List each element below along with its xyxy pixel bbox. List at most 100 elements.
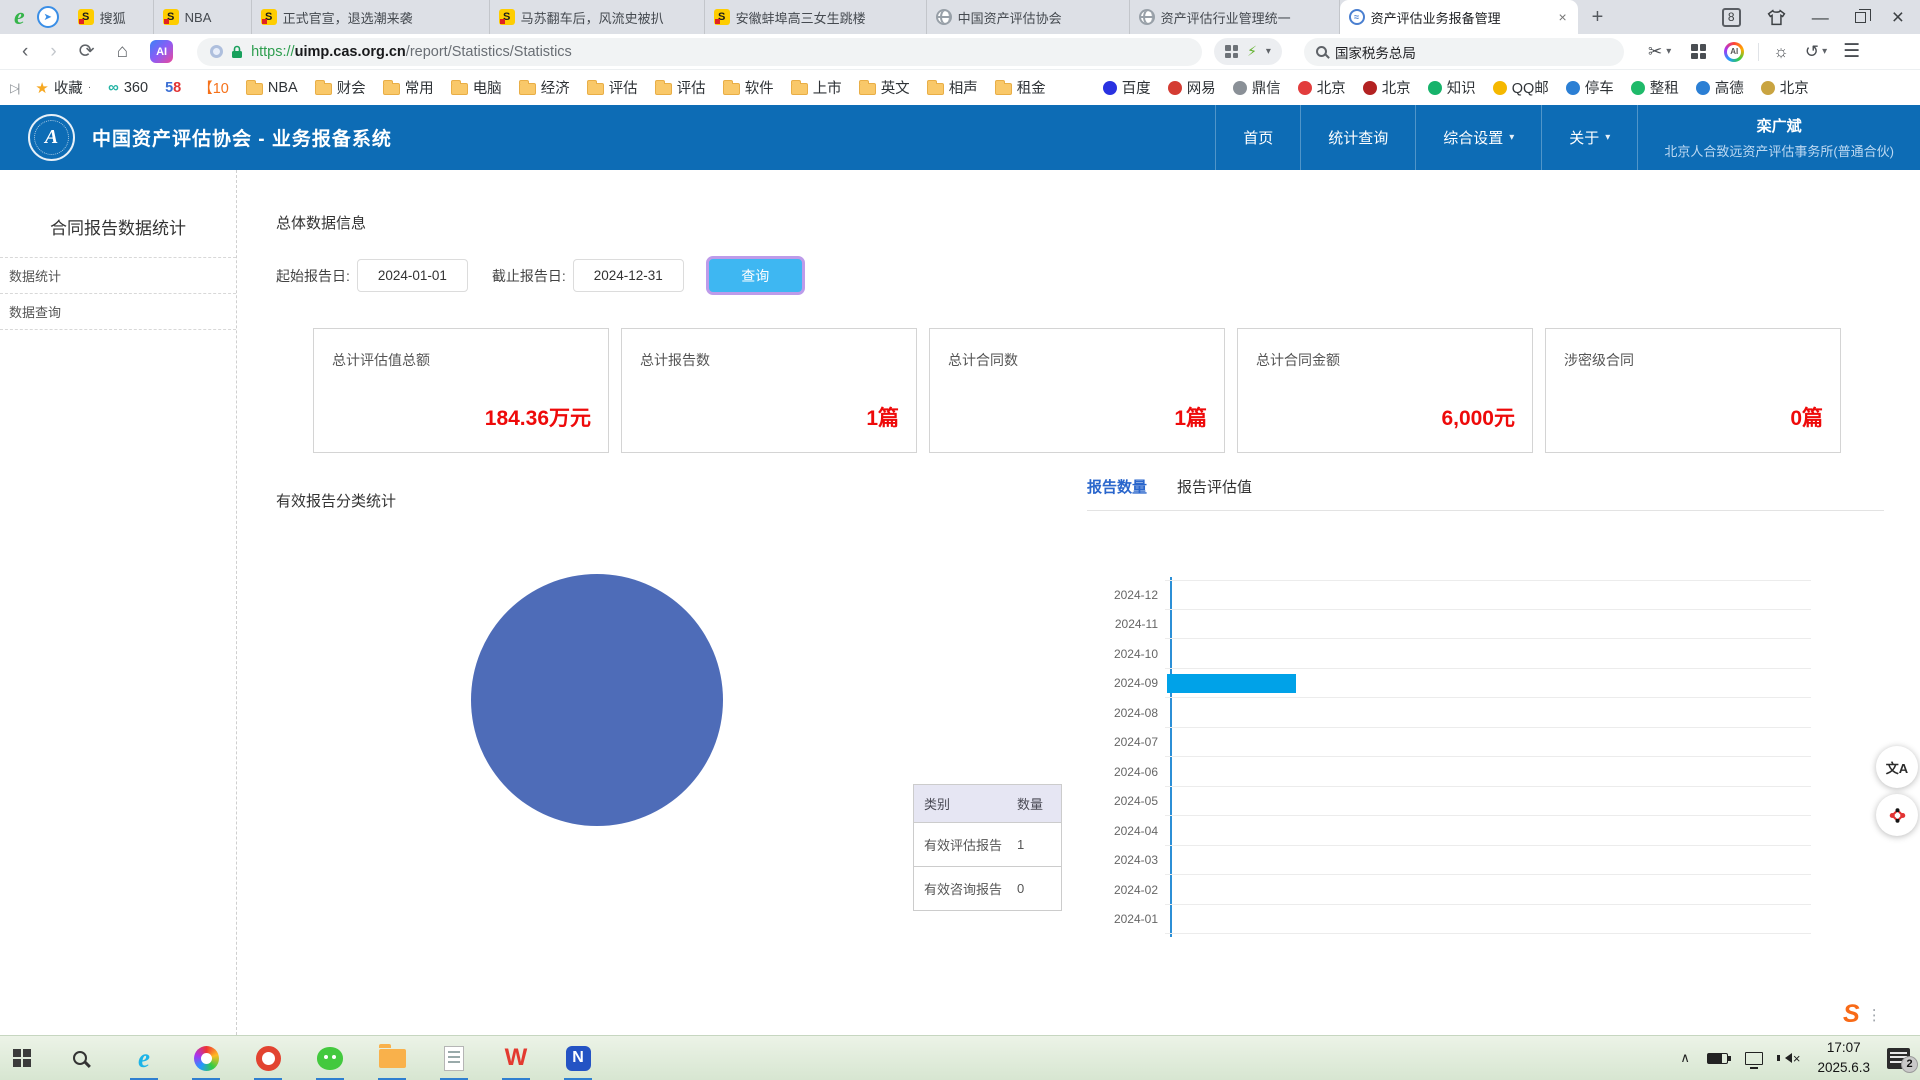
theme-shirt-icon[interactable] (1767, 9, 1786, 26)
battery-icon[interactable] (1707, 1053, 1728, 1064)
taskbar-app-wps[interactable]: W (494, 1036, 538, 1080)
notification-center-icon[interactable]: 2 (1887, 1048, 1910, 1069)
bookmark-item[interactable]: 高德 (1696, 77, 1744, 98)
refresh-icon[interactable]: ⟳ (79, 42, 95, 61)
ai-colorful-icon[interactable] (1724, 42, 1744, 62)
toolbar-search-box[interactable]: 国家税务总局 (1304, 38, 1624, 66)
taskbar-app-ie[interactable]: e (122, 1036, 166, 1080)
browser-tab[interactable]: S马苏翻车后，风流史被扒 (490, 0, 705, 34)
quick-access-pill[interactable]: ⚡ ▾ (1214, 38, 1282, 65)
nav-item-统计查询[interactable]: 统计查询 (1300, 105, 1415, 170)
taskbar-app-wechat[interactable] (308, 1036, 352, 1080)
forward-icon[interactable]: › (50, 42, 56, 61)
site-info-icon[interactable] (210, 45, 223, 58)
bookmark-item[interactable]: QQ邮 (1493, 77, 1549, 98)
bookmark-item[interactable]: 【10 (198, 77, 229, 98)
browser-logo-icon[interactable]: e (14, 5, 25, 29)
undo-caret-icon[interactable]: ▾ (1822, 46, 1827, 57)
bookmark-item[interactable]: 上市 (791, 77, 842, 98)
nav-item-综合设置[interactable]: 综合设置▾ (1415, 105, 1541, 170)
bookmark-item[interactable]: 58 (165, 80, 181, 96)
bookmark-item[interactable]: 相声 (927, 77, 978, 98)
bookmarks-overflow-icon[interactable]: ▷| (10, 81, 18, 95)
bookmark-item[interactable]: 软件 (723, 77, 774, 98)
browser-tab[interactable]: S搜狐 (69, 0, 154, 34)
nav-item-关于[interactable]: 关于▾ (1541, 105, 1637, 170)
bookmark-item[interactable]: NBA (246, 80, 298, 96)
scissors-caret-icon[interactable]: ▾ (1666, 46, 1671, 57)
translate-float-button[interactable]: 文A (1876, 746, 1918, 788)
taskbar-app-notepad[interactable] (432, 1036, 476, 1080)
address-bar[interactable]: https://uimp.cas.org.cn/report/Statistic… (197, 38, 1202, 66)
bookmark-item[interactable]: 鼎信 (1233, 77, 1281, 98)
bookmark-item[interactable]: 电脑 (451, 77, 502, 98)
browser-tab[interactable]: ≈资产评估业务报备管理× (1340, 0, 1578, 34)
chevron-down-icon[interactable]: ▾ (1266, 46, 1271, 57)
pie-chart[interactable] (471, 574, 723, 826)
minimize-button[interactable]: — (1812, 9, 1829, 26)
end-date-input[interactable]: 2024-12-31 (573, 259, 684, 292)
browser-tab[interactable]: 资产评估行业管理统一 (1130, 0, 1340, 34)
tab-close-icon[interactable]: × (1556, 9, 1568, 25)
hidden-icons-chevron[interactable]: ∧ (1680, 1050, 1690, 1066)
menu-hamburger-icon[interactable]: ☰ (1843, 42, 1860, 61)
bookmark-item[interactable]: 英文 (859, 77, 910, 98)
bookmark-item[interactable]: 评估 (655, 77, 706, 98)
nav-item-首页[interactable]: 首页 (1215, 105, 1300, 170)
bookmark-item[interactable]: 北京 (1761, 77, 1809, 98)
screenshot-scissors-icon[interactable]: ✂ (1648, 43, 1662, 60)
start-button[interactable] (0, 1036, 44, 1080)
bookmark-item[interactable]: 常用 (383, 77, 434, 98)
home-icon[interactable]: ⌂ (117, 42, 128, 61)
taskbar-search-button[interactable] (58, 1036, 102, 1080)
taskbar-app-paint[interactable] (184, 1036, 228, 1080)
apps-grid-icon[interactable] (1691, 44, 1706, 59)
taskbar-app-n[interactable]: N (556, 1036, 600, 1080)
chart-tab-报告数量[interactable]: 报告数量 (1087, 476, 1147, 497)
bookmark-item[interactable]: 经济 (519, 77, 570, 98)
bookmark-item[interactable]: 评估 (587, 77, 638, 98)
chart-tab-报告评估值[interactable]: 报告评估值 (1177, 476, 1252, 497)
dict-float-button[interactable] (1876, 794, 1918, 836)
browser-tab[interactable]: 中国资产评估协会 (927, 0, 1130, 34)
bookmark-item[interactable]: 北京 (1298, 77, 1346, 98)
browser-tab[interactable]: S安徽蚌埠高三女生跳楼 (705, 0, 927, 34)
start-date-input[interactable]: 2024-01-01 (357, 259, 468, 292)
browser-tab[interactable]: SNBA (154, 0, 252, 34)
restore-button[interactable] (1855, 12, 1866, 23)
secure-lock-icon[interactable] (231, 45, 243, 59)
chart-bar[interactable] (1167, 674, 1296, 693)
sidebar-item-数据统计[interactable]: 数据统计 (0, 257, 236, 293)
bookmark-item[interactable]: 停车 (1566, 77, 1614, 98)
tab-count-box[interactable]: 8 (1722, 8, 1741, 27)
bookmark-item[interactable]: 百度 (1103, 77, 1151, 98)
bookmark-item[interactable]: ∞360 (108, 79, 148, 96)
sidebar-item-数据查询[interactable]: 数据查询 (0, 293, 236, 330)
close-window-button[interactable]: × (1892, 7, 1904, 28)
query-button[interactable]: 查询 (706, 256, 805, 295)
volume-muted-icon[interactable]: × (1780, 1051, 1801, 1066)
undo-icon[interactable]: ↺ (1805, 43, 1819, 60)
bookmark-item[interactable]: 北京 (1363, 77, 1411, 98)
bookmark-item[interactable]: 租金 (995, 77, 1046, 98)
tab-label: NBA (185, 10, 242, 25)
bookmark-item[interactable]: 整租 (1631, 77, 1679, 98)
new-tab-button[interactable]: + (1592, 7, 1604, 27)
browser-tab[interactable]: S正式官宣，退选潮来袭 (252, 0, 490, 34)
taskbar-clock[interactable]: 17:07 2025.6.3 (1817, 1038, 1870, 1077)
back-icon[interactable]: ‹ (22, 42, 28, 61)
speed-bolt-icon[interactable]: ⚡ (1247, 43, 1257, 60)
taskbar-app-media[interactable] (246, 1036, 290, 1080)
user-block[interactable]: 栾广斌 北京人合致远资产评估事务所(普通合伙) (1637, 105, 1920, 170)
bookmark-item[interactable]: 网易 (1168, 77, 1216, 98)
navigation-compass-icon[interactable]: ➤ (37, 6, 59, 28)
qr-grid-icon[interactable] (1225, 45, 1238, 58)
taskbar-app-explorer[interactable] (370, 1036, 414, 1080)
theme-sun-icon[interactable]: ☼ (1773, 43, 1789, 60)
bookmark-item[interactable]: ★收藏· (35, 77, 91, 98)
sogou-input-indicator[interactable]: S ⋮ (1843, 1000, 1882, 1029)
ai-assistant-icon[interactable]: AI (150, 40, 173, 63)
network-display-icon[interactable] (1745, 1052, 1763, 1065)
bookmark-item[interactable]: 知识 (1428, 77, 1476, 98)
bookmark-item[interactable]: 财会 (315, 77, 366, 98)
